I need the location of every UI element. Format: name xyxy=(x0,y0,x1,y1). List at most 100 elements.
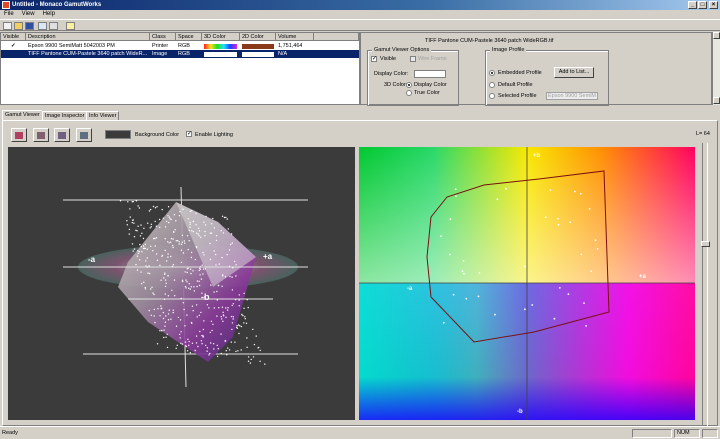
help-icon[interactable] xyxy=(66,22,75,30)
sample-point xyxy=(206,304,209,306)
wireframe-checkbox[interactable] xyxy=(410,56,416,62)
sample-point xyxy=(133,248,136,250)
sample-point xyxy=(206,350,208,352)
default-profile-radio[interactable] xyxy=(489,82,495,88)
scroll-down-button[interactable] xyxy=(713,97,720,104)
sample-point xyxy=(247,356,250,358)
sample-point xyxy=(461,270,464,273)
sample-point xyxy=(139,243,141,246)
sample-point xyxy=(449,253,451,256)
sample-point xyxy=(221,285,223,287)
visible-checkbox[interactable]: ✓ xyxy=(371,56,377,62)
sample-point xyxy=(212,323,214,325)
sample-point xyxy=(133,222,135,224)
sample-point xyxy=(161,330,163,332)
gamut-3d-view[interactable]: -a +a -b xyxy=(8,147,355,420)
menu-file[interactable]: File xyxy=(4,11,14,17)
profile-select[interactable]: Epson 9900 SemiM xyxy=(546,92,598,100)
sample-point xyxy=(167,206,170,208)
sample-point xyxy=(177,316,180,319)
sample-point xyxy=(215,235,218,237)
col-visible[interactable]: Visible xyxy=(1,33,26,41)
selected-profile-label: Selected Profile xyxy=(498,93,537,99)
save-icon[interactable] xyxy=(25,22,34,30)
status-bar: Ready NUM xyxy=(0,426,720,438)
sample-point xyxy=(165,282,167,284)
tab-info-viewer[interactable]: Info Viewer xyxy=(86,111,120,120)
sample-point xyxy=(220,316,222,318)
view-side-icon[interactable] xyxy=(54,128,70,142)
sample-point xyxy=(230,315,233,318)
embedded-profile-radio[interactable] xyxy=(489,70,495,76)
sample-point xyxy=(200,236,202,238)
l-slider-thumb[interactable] xyxy=(701,241,710,247)
axis-plus-a: +a xyxy=(639,274,646,280)
sample-point xyxy=(238,294,240,296)
print-icon[interactable] xyxy=(49,22,58,30)
l-slider-track[interactable] xyxy=(702,143,708,426)
view-rotate-icon[interactable] xyxy=(76,128,92,142)
view-solid-icon[interactable] xyxy=(11,128,27,142)
sample-point xyxy=(177,240,179,242)
display-color-swatch[interactable] xyxy=(414,70,446,78)
vertical-scrollbar[interactable] xyxy=(712,32,720,105)
sample-point xyxy=(235,350,237,353)
col-description[interactable]: Description xyxy=(26,33,150,41)
background-color-swatch[interactable] xyxy=(105,130,131,139)
default-profile-label: Default Profile xyxy=(498,82,533,88)
minimize-button[interactable]: _ xyxy=(688,1,697,9)
col-space[interactable]: Space xyxy=(176,33,202,41)
menu-view[interactable]: View xyxy=(22,11,35,17)
swatch-3d-rainbow[interactable] xyxy=(204,44,237,49)
sample-point xyxy=(204,268,207,270)
sample-point xyxy=(204,224,207,226)
col-blank xyxy=(314,33,359,41)
new-icon[interactable] xyxy=(3,22,12,30)
detail-header: TIFF Pantone CUM-Pastele 3640 patch Wide… xyxy=(425,38,554,44)
sample-point xyxy=(186,235,189,237)
table-row[interactable]: ✓ Epson 9900 SemiMatt 5042003 PM Printer… xyxy=(1,42,359,50)
gamut-2d-slice[interactable]: +b -b +a -a xyxy=(359,147,695,420)
table-row[interactable]: TIFF Pantone CUM-Pastele 3640 patch Wide… xyxy=(1,50,359,58)
swatch-2d-brown[interactable] xyxy=(242,44,274,49)
sample-point xyxy=(222,311,224,313)
sample-point xyxy=(147,272,149,274)
maximize-button[interactable]: □ xyxy=(698,1,707,9)
col-2d-color[interactable]: 2D Color xyxy=(240,33,276,41)
true-color-radio[interactable] xyxy=(406,90,412,96)
visible-check[interactable]: ✓ xyxy=(11,42,16,50)
display-color-radio[interactable] xyxy=(406,82,412,88)
menu-help[interactable]: Help xyxy=(43,11,55,17)
sample-point xyxy=(178,333,181,336)
sample-point xyxy=(216,344,218,347)
sample-point xyxy=(195,246,198,249)
col-volume[interactable]: Volume xyxy=(276,33,314,41)
sample-point xyxy=(187,338,189,340)
swatch-2d-white[interactable] xyxy=(242,52,274,57)
col-3d-color[interactable]: 3D Color xyxy=(202,33,240,41)
col-class[interactable]: Class xyxy=(150,33,176,41)
sample-point xyxy=(202,335,204,337)
swatch-3d-white[interactable] xyxy=(204,52,237,57)
view-top-icon[interactable] xyxy=(33,128,49,142)
selected-profile-radio[interactable] xyxy=(489,93,495,99)
sample-point xyxy=(455,195,457,198)
scroll-up-button[interactable] xyxy=(713,32,720,39)
close-button[interactable]: × xyxy=(709,1,718,9)
sample-point xyxy=(585,325,587,327)
sample-point xyxy=(171,265,174,268)
tab-gamut-viewer[interactable]: Gamut Viewer xyxy=(2,110,43,120)
add-to-list-button[interactable]: Add to List... xyxy=(554,67,594,78)
sample-point xyxy=(198,284,201,287)
open-icon[interactable] xyxy=(14,22,23,30)
sample-point xyxy=(237,324,240,326)
export-icon[interactable] xyxy=(38,22,47,30)
sample-point xyxy=(557,217,559,220)
lighting-checkbox[interactable]: ✓ xyxy=(186,131,192,137)
sample-point xyxy=(216,355,219,358)
sample-point xyxy=(195,335,198,337)
sample-point xyxy=(246,337,248,339)
tab-image-inspector[interactable]: Image Inspector xyxy=(42,111,88,120)
sample-point xyxy=(230,233,233,235)
sample-point xyxy=(524,265,526,268)
